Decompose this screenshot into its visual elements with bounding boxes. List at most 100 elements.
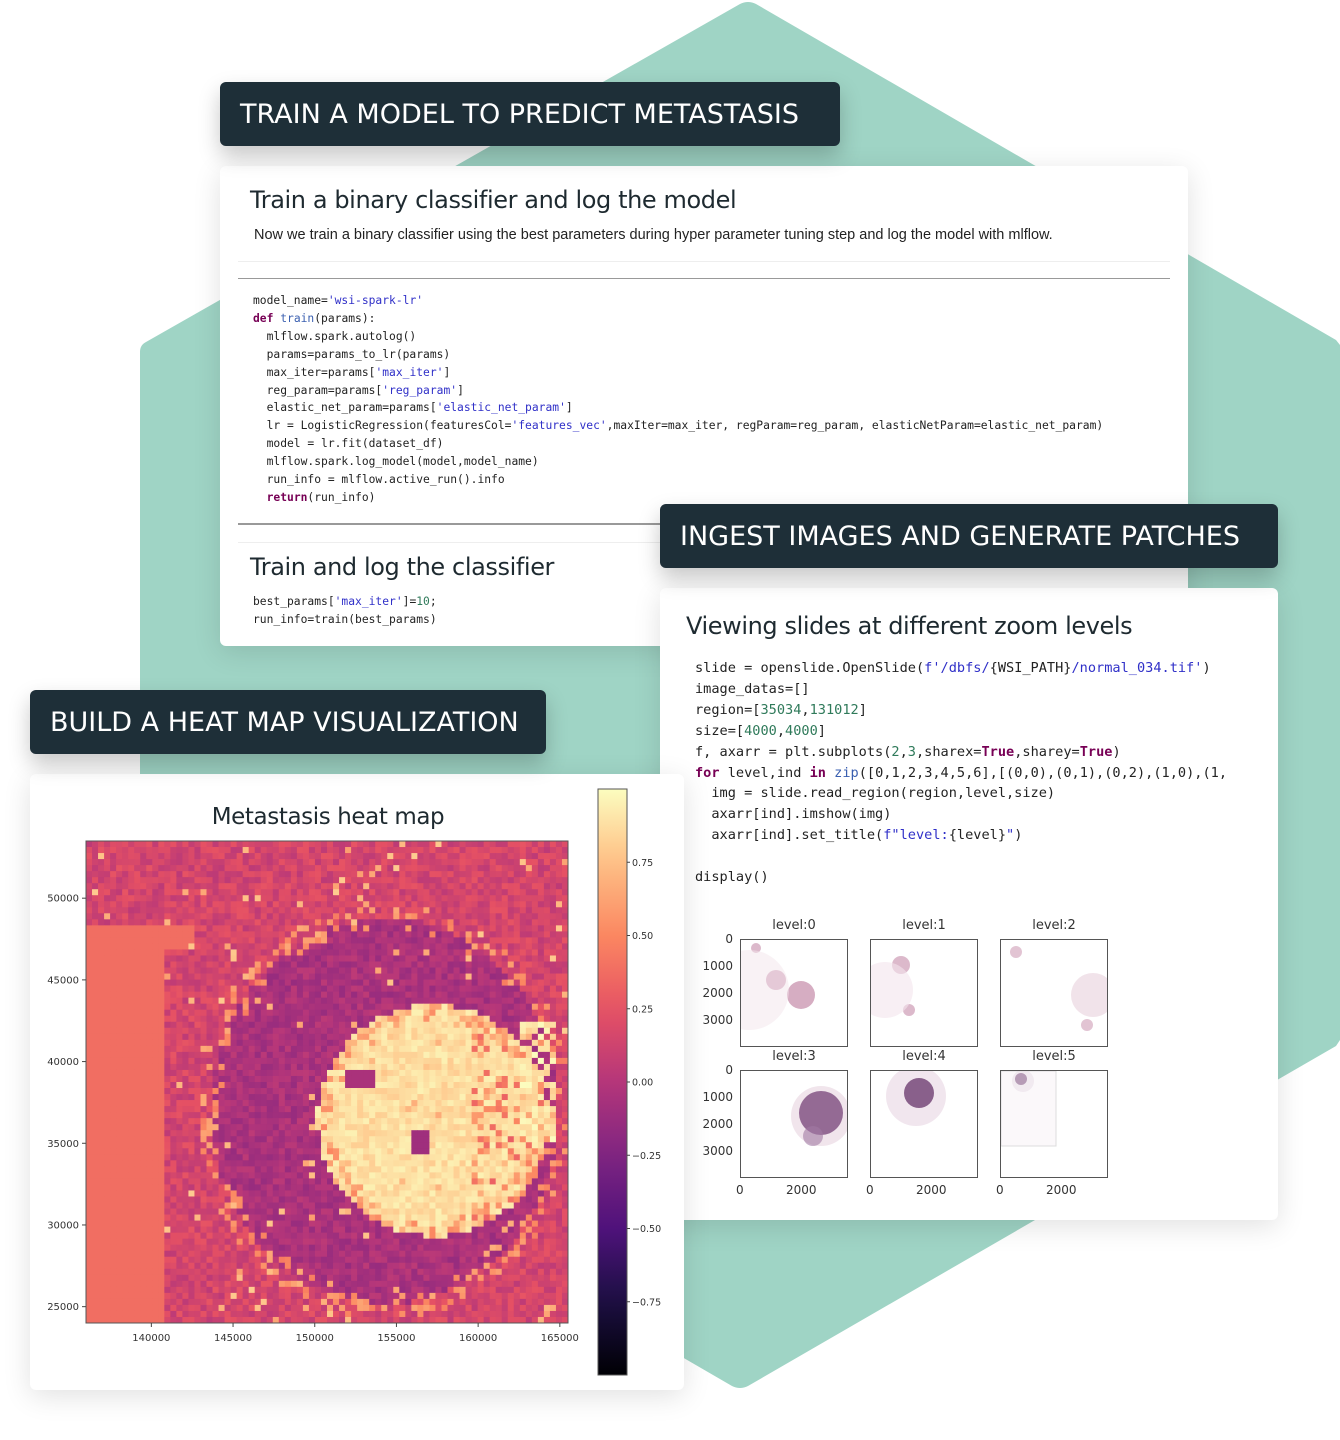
- heatmap-cell: [266, 985, 274, 993]
- heatmap-cell: [158, 841, 165, 848]
- heatmap-cell: [543, 1045, 551, 1053]
- heatmap-cell: [381, 1045, 388, 1053]
- ingest-images-label: INGEST IMAGES AND GENERATE PATCHES: [660, 504, 1278, 568]
- heatmap-cell: [122, 1075, 129, 1083]
- heatmap-cell: [351, 949, 358, 956]
- heatmap-cell: [387, 949, 394, 956]
- heatmap-cell: [176, 1045, 183, 1053]
- heatmap-cell: [345, 1118, 352, 1125]
- heatmap-cell: [224, 1124, 232, 1131]
- heatmap-cell: [477, 853, 485, 860]
- heatmap-cell: [465, 1009, 473, 1017]
- heatmap-cell: [549, 1100, 557, 1107]
- heatmap-cell: [116, 1088, 123, 1095]
- heatmap-cell: [284, 1190, 292, 1197]
- heatmap-cell: [423, 1045, 430, 1053]
- heatmap-cell: [423, 1039, 430, 1047]
- heatmap-cell: [194, 1003, 201, 1011]
- x-tick-label: 0: [866, 1183, 874, 1197]
- heatmap-cell: [284, 967, 292, 974]
- heatmap-cell: [423, 1124, 430, 1131]
- heatmap-cell: [122, 1160, 129, 1167]
- heatmap-cell: [152, 985, 159, 993]
- heatmap-cell: [194, 1045, 201, 1053]
- heatmap-cell: [266, 877, 274, 884]
- heatmap-cell: [302, 859, 310, 866]
- heatmap-cell: [206, 961, 213, 968]
- heatmap-cell: [212, 859, 219, 866]
- heatmap-cell: [561, 1069, 569, 1077]
- heatmap-cell: [242, 997, 250, 1005]
- heatmap-cell: [164, 1178, 171, 1185]
- heatmap-cell: [302, 883, 310, 890]
- divider: [238, 523, 678, 525]
- heatmap-cell: [110, 979, 117, 987]
- heatmap-cell: [194, 943, 201, 950]
- heatmap-cell: [146, 1069, 153, 1077]
- heatmap-cell: [483, 985, 491, 993]
- heatmap-cell: [387, 955, 394, 962]
- train-log-code-cell[interactable]: best_params['max_iter']=10; run_info=trai…: [253, 593, 437, 629]
- heatmap-cell: [489, 1142, 497, 1149]
- heatmap-cell: [230, 991, 238, 999]
- heatmap-cell: [218, 1184, 225, 1191]
- train-code-cell[interactable]: model_name='wsi-spark-lr' def train(param…: [253, 292, 1103, 507]
- heatmap-cell: [86, 1063, 93, 1071]
- heatmap-cell: [296, 1021, 304, 1029]
- heatmap-cell: [182, 991, 189, 999]
- heatmap-cell: [387, 931, 394, 938]
- heatmap-cell: [531, 1039, 539, 1047]
- heatmap-cell: [531, 1003, 539, 1011]
- heatmap-cell: [459, 1160, 466, 1167]
- heatmap-cell: [471, 1160, 479, 1167]
- heatmap-cell: [158, 1202, 165, 1209]
- heatmap-cell: [164, 907, 171, 914]
- ingest-code-cell[interactable]: slide = openslide.OpenSlide(f'/dbfs/{WSI…: [695, 658, 1227, 888]
- heatmap-cell: [345, 1003, 352, 1011]
- heatmap-cell: [399, 1130, 406, 1137]
- heatmap-cell: [266, 1003, 274, 1011]
- heatmap-cell: [363, 1196, 370, 1203]
- heatmap-cell: [104, 955, 111, 962]
- heatmap-cell: [483, 1057, 491, 1065]
- heatmap-cell: [435, 889, 442, 896]
- heatmap-cell: [549, 943, 557, 950]
- heatmap-cell: [327, 973, 334, 980]
- heatmap-cell: [290, 931, 298, 938]
- heatmap-cell: [369, 919, 376, 926]
- heatmap-cell: [333, 1124, 340, 1131]
- heatmap-cell: [327, 1160, 334, 1167]
- heatmap-cell: [489, 841, 497, 848]
- heatmap-cell: [411, 1009, 418, 1017]
- heatmap-cell: [393, 1112, 400, 1119]
- heatmap-cell: [549, 847, 557, 854]
- heatmap-cell: [242, 1160, 250, 1167]
- heatmap-cell: [489, 1124, 497, 1131]
- heatmap-cell: [98, 979, 105, 987]
- heatmap-cell: [122, 1094, 129, 1101]
- heatmap-cell: [242, 883, 250, 890]
- heatmap-cell: [242, 1088, 250, 1095]
- heatmap-cell: [531, 1033, 539, 1041]
- heatmap-cell: [363, 1057, 370, 1065]
- heatmap-cell: [357, 973, 364, 980]
- heatmap-cell: [104, 841, 111, 848]
- heatmap-cell: [537, 1094, 545, 1101]
- heatmap-cell: [519, 1069, 527, 1077]
- heatmap-cell: [152, 1184, 159, 1191]
- heatmap-cell: [555, 979, 563, 987]
- heatmap-cell: [248, 967, 256, 974]
- heatmap-cell: [423, 1051, 430, 1059]
- heatmap-cell: [260, 919, 268, 926]
- heatmap-cell: [188, 847, 195, 854]
- heatmap-cell: [320, 925, 328, 932]
- heatmap-cell: [230, 1160, 238, 1167]
- heatmap-cell: [441, 1039, 448, 1047]
- heatmap-cell: [170, 1045, 177, 1053]
- heatmap-cell: [152, 1003, 159, 1011]
- heatmap-cell: [339, 991, 346, 999]
- heatmap-cell: [339, 1045, 346, 1053]
- heatmap-cell: [254, 1178, 262, 1185]
- heatmap-cell: [465, 1130, 473, 1137]
